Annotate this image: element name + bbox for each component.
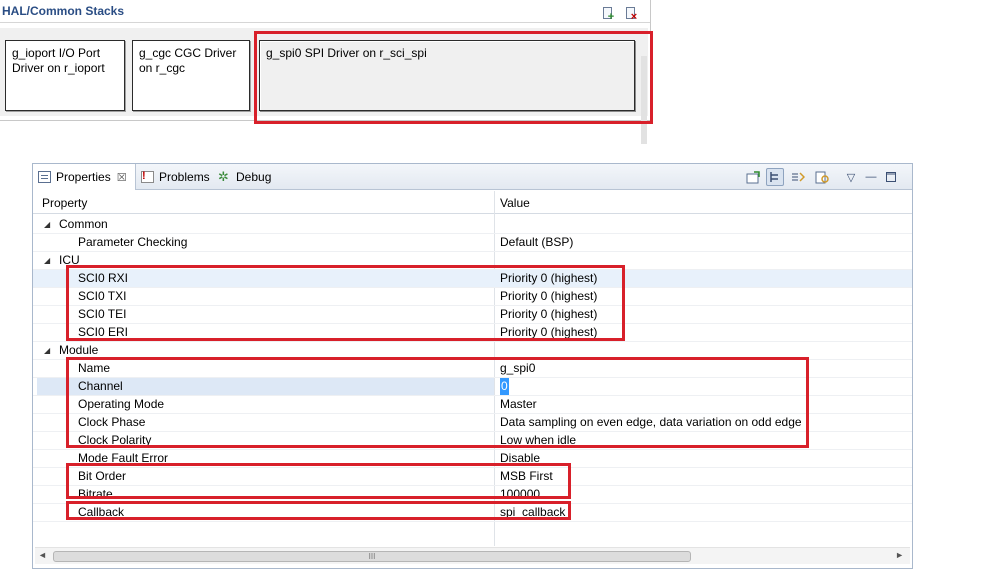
property-row-mode-fault-error[interactable]: Mode Fault Error Disable (33, 450, 912, 468)
scroll-right-arrow-icon[interactable]: ► (895, 550, 904, 560)
show-categories-icon[interactable] (766, 168, 784, 186)
property-value[interactable]: MSB First (500, 468, 553, 485)
category-label: Common (59, 217, 108, 231)
properties-icon (38, 171, 51, 183)
stack-block-ioport[interactable]: g_ioport I/O Port Driver on r_ioport (5, 40, 125, 111)
property-row-bitrate[interactable]: Bitrate 100000 (33, 486, 912, 504)
property-value[interactable]: spi_callback (500, 504, 565, 521)
selected-text[interactable]: 0 (500, 378, 509, 395)
scrollbar-thumb[interactable]: III (53, 551, 691, 562)
property-value[interactable]: Priority 0 (highest) (500, 270, 597, 287)
column-header-property[interactable]: Property (42, 196, 87, 210)
property-row-name[interactable]: Name g_spi0 (33, 360, 912, 378)
category-row-module[interactable]: ◢ Module (33, 342, 912, 360)
property-name: Parameter Checking (78, 235, 188, 249)
property-name: Callback (78, 505, 125, 519)
problems-icon (141, 170, 154, 183)
horizontal-scrollbar[interactable]: ◄ III ► (35, 547, 910, 564)
property-name: Channel (78, 379, 123, 393)
tab-problems[interactable]: Problems (137, 164, 210, 190)
property-row-bit-order[interactable]: Bit Order MSB First (33, 468, 912, 486)
stacks-canvas: g_ioport I/O Port Driver on r_ioport g_c… (0, 28, 648, 144)
property-value-editor[interactable]: 0 (500, 378, 509, 395)
divider (0, 22, 650, 23)
property-row-clock-phase[interactable]: Clock Phase Data sampling on even edge, … (33, 414, 912, 432)
property-row-parameter-checking[interactable]: Parameter Checking Default (BSP) (33, 234, 912, 252)
category-label: Module (59, 343, 99, 357)
new-pin-icon[interactable] (744, 168, 762, 186)
property-row-callback[interactable]: Callback spi_callback (33, 504, 912, 522)
property-row-sci0-eri[interactable]: SCI0 ERI Priority 0 (highest) (33, 324, 912, 342)
expand-triangle-icon[interactable]: ◢ (44, 342, 50, 359)
property-row-clock-polarity[interactable]: Clock Polarity Low when idle (33, 432, 912, 450)
property-name: SCI0 TXI (78, 289, 127, 303)
tab-label: Problems (159, 170, 210, 184)
property-name: Bit Order (78, 469, 127, 483)
debug-icon: ✲ (218, 169, 229, 184)
column-header-value[interactable]: Value (500, 196, 530, 210)
tab-label: Properties (56, 170, 111, 184)
property-value[interactable]: Data sampling on even edge, data variati… (500, 414, 802, 431)
tab-properties[interactable]: Properties ☒ (33, 164, 136, 190)
expand-triangle-icon[interactable]: ◢ (44, 216, 50, 233)
category-label: ICU (59, 253, 80, 267)
stack-block-spi0[interactable]: g_spi0 SPI Driver on r_sci_spi (259, 40, 635, 111)
property-name: Operating Mode (78, 397, 165, 411)
property-value[interactable]: Priority 0 (highest) (500, 306, 597, 323)
property-row-sci0-tei[interactable]: SCI0 TEI Priority 0 (highest) (33, 306, 912, 324)
hal-panel-title: HAL/Common Stacks (2, 4, 125, 18)
property-value[interactable]: Low when idle (500, 432, 576, 449)
property-name: Clock Phase (78, 415, 146, 429)
property-value[interactable]: Priority 0 (highest) (500, 288, 597, 305)
category-row-icu[interactable]: ◢ ICU (33, 252, 912, 270)
property-value[interactable]: Default (BSP) (500, 234, 573, 251)
property-row-operating-mode[interactable]: Operating Mode Master (33, 396, 912, 414)
view-menu-icon[interactable]: ▽ (842, 168, 860, 186)
table-header: Property Value (33, 191, 912, 214)
property-name: Mode Fault Error (78, 451, 169, 465)
hal-common-stacks-panel: HAL/Common Stacks + × g_ioport I/O Port … (0, 0, 651, 144)
property-value[interactable]: Disable (500, 450, 540, 467)
vertical-scrollbar[interactable] (641, 56, 647, 144)
property-name: Bitrate (78, 487, 113, 501)
show-advanced-icon[interactable] (789, 168, 807, 186)
property-name: Clock Polarity (78, 433, 152, 447)
maximize-icon[interactable] (882, 168, 900, 186)
category-row-common[interactable]: ◢ Common (33, 216, 912, 234)
tab-debug[interactable]: ✲ Debug (218, 164, 271, 190)
tab-label: Debug (236, 170, 272, 184)
remove-stack-icon[interactable]: × (623, 6, 639, 23)
view-tab-bar: Properties ☒ Problems ✲ Debug ▽ — (33, 164, 912, 190)
expand-triangle-icon[interactable]: ◢ (44, 252, 50, 269)
property-value[interactable]: g_spi0 (500, 360, 535, 377)
close-icon[interactable]: ☒ (117, 171, 127, 184)
property-row-channel[interactable]: Channel 0 (33, 378, 912, 396)
property-name: SCI0 TEI (78, 307, 127, 321)
stack-block-cgc[interactable]: g_cgc CGC Driver on r_cgc (132, 40, 250, 111)
property-row-sci0-rxi[interactable]: SCI0 RXI Priority 0 (highest) (33, 270, 912, 288)
property-value[interactable]: Priority 0 (highest) (500, 324, 597, 341)
filter-icon[interactable] (813, 168, 831, 186)
add-stack-icon[interactable]: + (600, 6, 616, 23)
property-name: SCI0 RXI (78, 271, 129, 285)
scroll-left-arrow-icon[interactable]: ◄ (38, 550, 47, 560)
property-name: Name (78, 361, 111, 375)
properties-view: Properties ☒ Problems ✲ Debug ▽ — Prope (32, 163, 913, 569)
property-name: SCI0 ERI (78, 325, 129, 339)
property-row-sci0-txi[interactable]: SCI0 TXI Priority 0 (highest) (33, 288, 912, 306)
minimize-icon[interactable]: — (862, 168, 880, 186)
property-value[interactable]: 100000 (500, 486, 540, 503)
property-value[interactable]: Master (500, 396, 537, 413)
